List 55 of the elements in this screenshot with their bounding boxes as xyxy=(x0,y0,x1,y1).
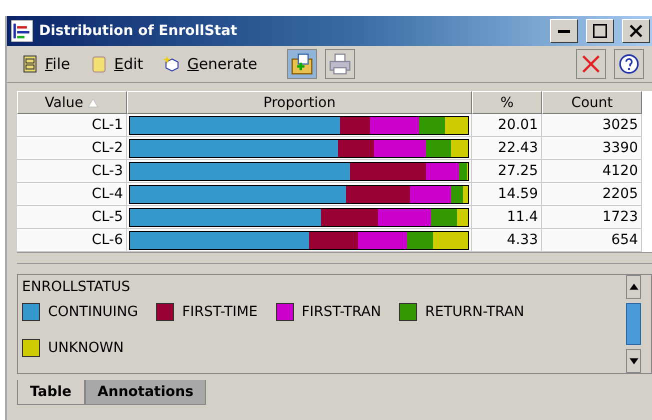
maximize-button[interactable] xyxy=(586,19,614,43)
table-cell: CL-5 xyxy=(17,206,127,229)
sort-arrow-icon xyxy=(87,96,100,108)
legend-label: UNKNOWN xyxy=(48,340,124,356)
tab[interactable]: Annotations xyxy=(84,380,206,405)
table-cell: 3025 xyxy=(542,114,642,137)
column-header[interactable]: Count xyxy=(542,91,642,114)
clipboard-icon xyxy=(90,55,108,73)
sparkle-icon xyxy=(163,55,182,73)
print-button[interactable] xyxy=(325,49,356,79)
minimize-icon xyxy=(558,30,570,32)
cabinet-icon xyxy=(21,55,39,73)
horizontal-scrollbar[interactable] xyxy=(17,252,652,264)
table-cell: 11.4 xyxy=(472,206,542,229)
legend-label: CONTINUING xyxy=(48,304,138,320)
add-button[interactable] xyxy=(287,49,318,79)
table-cell: CL-1 xyxy=(17,114,127,137)
help-icon xyxy=(619,54,639,74)
close-icon xyxy=(629,24,643,38)
tab[interactable]: Table xyxy=(17,380,85,405)
table-cell: 2205 xyxy=(542,183,642,206)
table-cell: 14.59 xyxy=(472,183,542,206)
column-header[interactable]: Value xyxy=(17,91,127,114)
table-cell: 3390 xyxy=(542,137,642,160)
down-arrow-icon xyxy=(628,356,638,366)
scrollbar[interactable] xyxy=(626,275,641,373)
folder-plus-icon xyxy=(291,53,314,75)
menu-item[interactable]: Generate xyxy=(157,55,264,73)
table-cell: 4.33 xyxy=(472,229,542,252)
table-cell: 22.43 xyxy=(472,137,542,160)
window-title: Distribution of EnrollStat xyxy=(39,23,238,39)
table-cell: CL-2 xyxy=(17,137,127,160)
column-header[interactable]: % xyxy=(472,91,542,114)
table-cell: CL-4 xyxy=(17,183,127,206)
close-icon xyxy=(581,54,601,74)
chart-icon xyxy=(11,20,33,42)
table-cell: 4120 xyxy=(542,160,642,183)
menu-item[interactable]: Edit xyxy=(84,55,150,73)
menu-item[interactable]: File xyxy=(15,55,76,73)
column-header[interactable]: Proportion xyxy=(127,91,472,114)
up-arrow-icon xyxy=(628,282,638,292)
table-cell: CL-6 xyxy=(17,229,127,252)
table-cell: CL-3 xyxy=(17,160,127,183)
help-button[interactable] xyxy=(614,49,644,79)
table-cell: 654 xyxy=(542,229,642,252)
maximize-icon xyxy=(593,24,607,38)
legend-label: FIRST-TIME xyxy=(182,304,258,320)
printer-icon xyxy=(329,53,352,75)
legend-title: ENROLLSTATUS xyxy=(22,279,132,295)
table-cell: 27.25 xyxy=(472,160,542,183)
minimize-button[interactable] xyxy=(550,19,578,43)
legend-label: FIRST-TRAN xyxy=(302,304,382,320)
table-cell: 1723 xyxy=(542,206,642,229)
table-cell: 20.01 xyxy=(472,114,542,137)
legend-label: RETURN-TRAN xyxy=(425,304,524,320)
